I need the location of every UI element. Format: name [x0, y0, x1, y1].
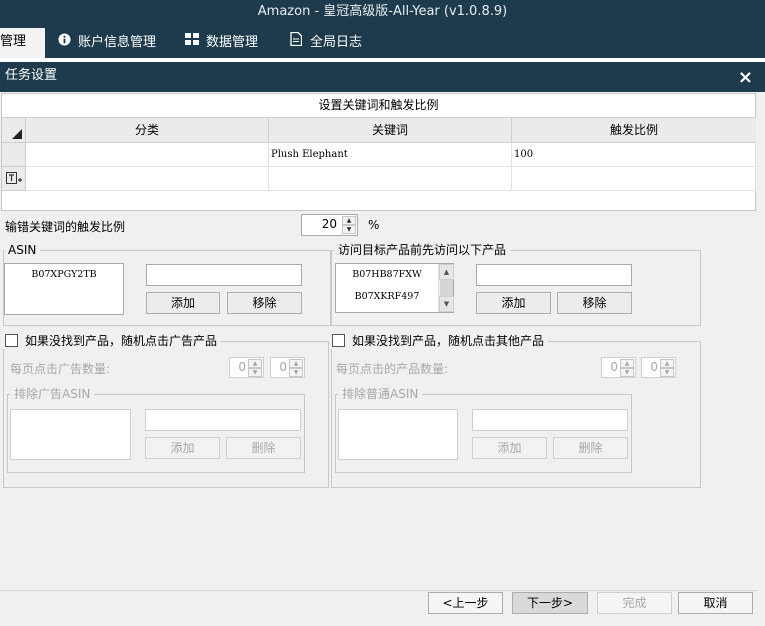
grid-caption: 设置关键词和触发比例 [318, 98, 439, 112]
exclude-normal-asin-title: 排除普通ASIN [338, 387, 423, 401]
other-per-page-label: 每页点击的产品数量: [336, 362, 449, 376]
ad-max-spinner[interactable]: 0 ▲ ▼ [270, 357, 305, 378]
scroll-up-icon[interactable]: ▲ [439, 264, 454, 280]
column-header-category[interactable]: 分类 [26, 117, 269, 143]
asin-list[interactable]: B07XPGY2TB [4, 263, 124, 315]
ad-products-checkbox[interactable] [5, 334, 18, 347]
dialog-footer: <上一步 下一步> 完成 取消 [0, 590, 765, 626]
new-row-cell-keyword[interactable] [269, 167, 512, 191]
column-header-ratio[interactable]: 触发比例 [512, 117, 756, 143]
exclude-normal-asin-list[interactable] [338, 409, 458, 460]
tab-account-info[interactable]: 账户信息管理 [52, 28, 170, 58]
scroll-down-icon[interactable]: ▼ [439, 296, 454, 312]
spin-down-icon[interactable]: ▼ [248, 368, 262, 377]
asin-remove-button[interactable]: 移除 [227, 292, 302, 314]
visit-before-list[interactable]: B07HB87FXW B07XKRF497 ▲ ▼ [335, 263, 454, 313]
asin-input[interactable] [146, 264, 302, 286]
main-nav-bar: 管理 账户信息管理 数据管理 全局日志 [0, 28, 765, 58]
exclude-normal-add-button[interactable]: 添加 [472, 437, 547, 459]
corner-triangle-icon [12, 129, 22, 139]
error-ratio-spinner[interactable]: 20 ▲ ▼ [301, 214, 358, 236]
error-ratio-unit: % [368, 218, 380, 232]
tab-label: 账户信息管理 [78, 35, 157, 50]
list-item[interactable]: B07XKRF497 [336, 286, 438, 308]
ad-min-value: 0 [238, 360, 246, 374]
list-item[interactable]: B07HB87FXW [336, 264, 438, 286]
error-ratio-label: 输错关键词的触发比例 [5, 220, 126, 234]
spin-up-icon[interactable]: ▲ [342, 216, 356, 225]
exclude-ad-add-button[interactable]: 添加 [145, 437, 220, 459]
column-header-keyword[interactable]: 关键词 [269, 117, 512, 143]
tab-global-log[interactable]: 全局日志 [284, 28, 374, 58]
spin-up-icon[interactable]: ▲ [289, 359, 303, 368]
dialog-title: 任务设置 [5, 68, 58, 83]
tab-label: 管理 [0, 34, 27, 49]
ad-min-spinner[interactable]: 0 ▲ ▼ [229, 357, 264, 378]
other-max-spinner[interactable]: 0 ▲ ▼ [641, 357, 676, 378]
new-row-icon [6, 172, 22, 184]
spin-down-icon[interactable]: ▼ [289, 368, 303, 377]
new-row-cell-ratio[interactable] [512, 167, 756, 191]
footer-divider [0, 590, 757, 591]
asin-group-title: ASIN [4, 243, 41, 257]
spin-up-icon[interactable]: ▲ [620, 359, 634, 368]
visit-before-remove-button[interactable]: 移除 [557, 292, 632, 314]
spin-down-icon[interactable]: ▼ [620, 368, 634, 377]
tab-label: 全局日志 [310, 35, 363, 50]
spin-up-icon[interactable]: ▲ [660, 359, 674, 368]
spin-down-icon[interactable]: ▼ [342, 225, 356, 234]
asin-add-button[interactable]: 添加 [146, 292, 220, 314]
other-products-checkbox-row[interactable]: 如果没找到产品，随机点击其他产品 [330, 334, 549, 349]
list-item[interactable]: B07XPGY2TB [5, 264, 123, 286]
table-cell-keyword[interactable]: Plush Elephant [269, 143, 512, 167]
table-cell-category[interactable] [26, 143, 269, 167]
cancel-button[interactable]: 取消 [678, 592, 753, 614]
other-products-checkbox[interactable] [332, 334, 345, 347]
finish-button[interactable]: 完成 [597, 592, 672, 614]
new-row-header[interactable] [2, 167, 26, 191]
document-icon [288, 28, 304, 56]
other-min-value: 0 [610, 360, 618, 374]
visit-before-group-title: 访问目标产品前先访问以下产品 [334, 243, 511, 257]
dialog-header: 任务设置 × [0, 62, 765, 92]
row-header[interactable] [2, 143, 26, 167]
new-row-cell-category[interactable] [26, 167, 269, 191]
grid-icon [184, 28, 200, 56]
exclude-normal-asin-input[interactable] [472, 409, 628, 431]
ad-per-page-label: 每页点击广告数量: [10, 362, 111, 376]
visit-before-input[interactable] [476, 264, 632, 286]
other-products-checkbox-label: 如果没找到产品，随机点击其他产品 [352, 334, 545, 348]
table-cell-ratio[interactable]: 100 [512, 143, 756, 167]
spin-down-icon[interactable]: ▼ [660, 368, 674, 377]
info-circle-icon [56, 28, 72, 56]
window-title: Amazon - 皇冠高级版-All-Year (v1.0.8.9) [257, 4, 508, 19]
next-step-button[interactable]: 下一步> [512, 592, 588, 614]
other-max-value: 0 [650, 360, 658, 374]
tab-data-management[interactable]: 数据管理 [180, 28, 270, 58]
scroll-thumb[interactable] [440, 280, 453, 296]
list-scrollbar[interactable]: ▲ ▼ [438, 264, 454, 312]
exclude-ad-asin-title: 排除广告ASIN [10, 387, 95, 401]
visit-before-add-button[interactable]: 添加 [476, 292, 551, 314]
ad-max-value: 0 [279, 360, 287, 374]
exclude-ad-asin-input[interactable] [145, 409, 301, 431]
error-ratio-value: 20 [321, 217, 337, 231]
spin-up-icon[interactable]: ▲ [248, 359, 262, 368]
tab-management[interactable]: 管理 [0, 28, 45, 58]
prev-step-button[interactable]: <上一步 [428, 592, 503, 614]
ad-products-checkbox-label: 如果没找到产品，随机点击广告产品 [25, 334, 218, 348]
window-title-bar: Amazon - 皇冠高级版-All-Year (v1.0.8.9) [0, 0, 765, 28]
other-min-spinner[interactable]: 0 ▲ ▼ [601, 357, 636, 378]
exclude-normal-delete-button[interactable]: 删除 [553, 437, 628, 459]
exclude-ad-asin-list[interactable] [10, 409, 131, 460]
ad-products-checkbox-row[interactable]: 如果没找到产品，随机点击广告产品 [3, 334, 222, 349]
keyword-grid: 设置关键词和触发比例 分类 关键词 触发比例 Plush Elephant 10… [1, 93, 756, 211]
exclude-ad-delete-button[interactable]: 删除 [226, 437, 301, 459]
tab-label: 数据管理 [206, 35, 259, 50]
close-icon[interactable]: × [738, 64, 753, 92]
grid-corner-cell[interactable] [2, 117, 26, 143]
